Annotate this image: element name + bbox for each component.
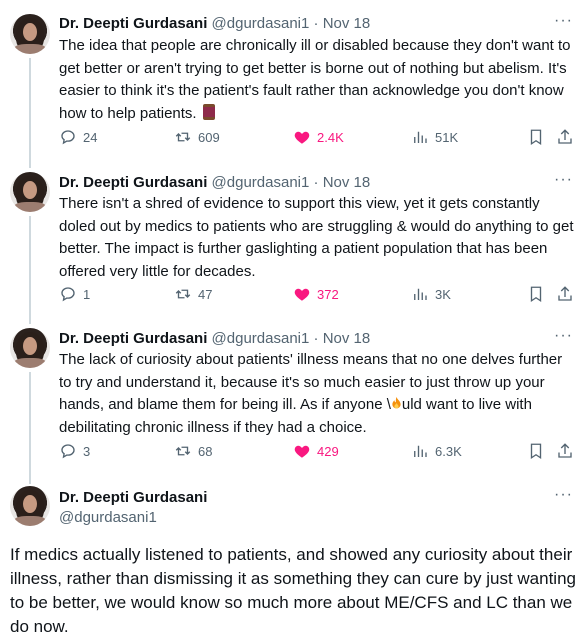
author-handle[interactable]: @dgurdasani1 <box>212 174 310 191</box>
separator-dot: · <box>313 330 319 347</box>
thread-connector <box>29 216 31 324</box>
author-name[interactable]: Dr. Deepti Gurdasani <box>59 174 207 191</box>
focused-tweet[interactable]: Dr. Deepti Gurdasani @dgurdasani1 ··· If… <box>0 476 583 641</box>
tweet-actions: 24 609 2.4K 51K <box>59 128 574 150</box>
retweet-count: 609 <box>198 129 220 145</box>
views-icon <box>414 131 427 143</box>
separator-dot: · <box>313 15 319 32</box>
author-handle[interactable]: @dgurdasani1 <box>212 15 310 32</box>
tweet-header: Dr. Deepti Gurdasani @dgurdasani1 · Nov … <box>59 14 370 33</box>
heart-filled-icon <box>294 445 310 458</box>
views-button[interactable]: 3K <box>411 285 451 303</box>
fire-icon <box>392 396 401 409</box>
reply-count: 1 <box>83 286 91 302</box>
share-icon <box>558 286 572 301</box>
share-button[interactable] <box>556 442 574 460</box>
reply-button[interactable]: 24 <box>59 128 97 146</box>
views-icon <box>414 288 427 300</box>
tweet-text: If medics actually listened to patients,… <box>10 545 576 636</box>
retweet-button[interactable]: 47 <box>174 285 212 303</box>
author-handle[interactable]: @dgurdasani1 <box>59 508 157 527</box>
tweet-header: Dr. Deepti Gurdasani @dgurdasani1 · Nov … <box>59 329 370 348</box>
author-name[interactable]: Dr. Deepti Gurdasani <box>59 330 207 347</box>
avatar[interactable] <box>10 328 50 368</box>
like-button[interactable]: 2.4K <box>293 128 344 146</box>
more-options-icon[interactable]: ··· <box>554 12 573 30</box>
like-button[interactable]: 372 <box>293 285 339 303</box>
more-options-icon[interactable]: ··· <box>554 171 573 189</box>
bookmark-button[interactable] <box>527 285 545 303</box>
tweet-date[interactable]: Nov 18 <box>323 330 371 347</box>
tweet-text: There isn't a shred of evidence to suppo… <box>59 195 574 280</box>
reply-count: 3 <box>83 443 91 459</box>
share-button[interactable] <box>556 285 574 303</box>
like-count: 2.4K <box>317 129 344 145</box>
like-count: 372 <box>317 286 339 302</box>
more-options-icon[interactable]: ··· <box>554 327 573 345</box>
views-button[interactable]: 51K <box>411 128 458 146</box>
view-count: 3K <box>435 286 451 302</box>
like-button[interactable]: 429 <box>293 442 339 460</box>
view-count: 6.3K <box>435 443 462 459</box>
thread-connector <box>29 58 31 168</box>
retweet-icon <box>175 132 191 142</box>
retweet-button[interactable]: 68 <box>174 442 212 460</box>
spool-of-thread-icon <box>202 103 215 120</box>
reply-button[interactable]: 3 <box>59 442 90 460</box>
tweet-header: Dr. Deepti Gurdasani @dgurdasani1 · Nov … <box>59 173 370 192</box>
thread-connector <box>29 372 31 484</box>
heart-filled-icon <box>294 288 310 301</box>
reply-icon <box>61 287 75 302</box>
share-icon <box>558 443 572 458</box>
avatar[interactable] <box>10 14 50 54</box>
bookmark-button[interactable] <box>527 128 545 146</box>
bookmark-icon <box>530 286 542 303</box>
tweet-actions: 3 68 429 6.3K <box>59 442 574 464</box>
tweet-date[interactable]: Nov 18 <box>323 15 371 32</box>
separator-dot: · <box>313 174 319 191</box>
retweet-icon <box>175 289 191 299</box>
avatar[interactable] <box>10 486 50 526</box>
tweet-text: The idea that people are chronically ill… <box>59 37 571 122</box>
views-icon <box>414 445 427 457</box>
avatar[interactable] <box>10 172 50 212</box>
reply-button[interactable]: 1 <box>59 285 90 303</box>
reply-icon <box>61 130 75 145</box>
retweet-count: 47 <box>198 286 213 302</box>
author-name[interactable]: Dr. Deepti Gurdasani <box>59 15 207 32</box>
tweet-text: The lack of curiosity about patients' il… <box>59 351 563 436</box>
share-button[interactable] <box>556 128 574 146</box>
more-options-icon[interactable]: ··· <box>554 486 573 504</box>
tweet-actions: 1 47 372 3K <box>59 285 574 307</box>
bookmark-button[interactable] <box>527 442 545 460</box>
retweet-count: 68 <box>198 443 213 459</box>
reply-count: 24 <box>83 129 98 145</box>
retweet-icon <box>175 446 191 456</box>
views-button[interactable]: 6.3K <box>411 442 462 460</box>
reply-icon <box>61 444 75 459</box>
share-icon <box>558 129 572 144</box>
view-count: 51K <box>435 129 459 145</box>
bookmark-icon <box>530 129 542 146</box>
heart-filled-icon <box>294 131 310 144</box>
author-name[interactable]: Dr. Deepti Gurdasani <box>59 488 207 507</box>
retweet-button[interactable]: 609 <box>174 128 220 146</box>
author-handle[interactable]: @dgurdasani1 <box>212 330 310 347</box>
tweet-date[interactable]: Nov 18 <box>323 174 371 191</box>
like-count: 429 <box>317 443 339 459</box>
bookmark-icon <box>530 443 542 460</box>
thread-tweet-1[interactable]: Dr. Deepti Gurdasani @dgurdasani1 · Nov … <box>0 0 583 168</box>
